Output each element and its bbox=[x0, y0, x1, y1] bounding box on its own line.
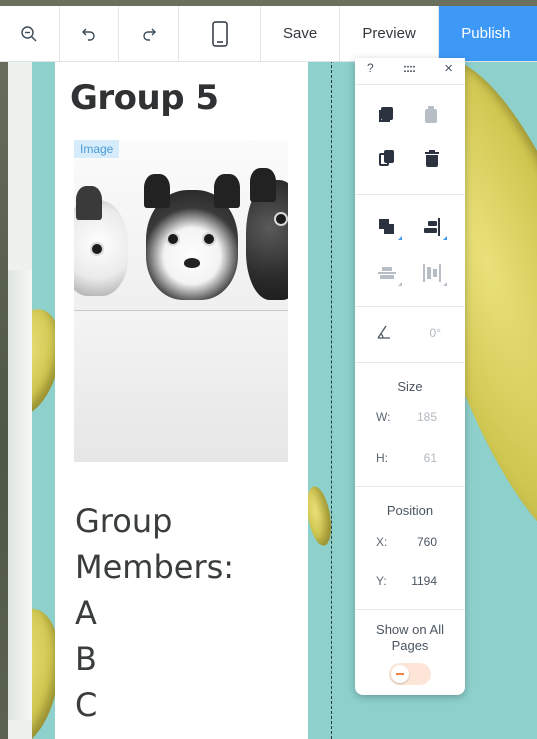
mobile-view-button[interactable] bbox=[179, 6, 262, 61]
rotate-value[interactable]: 0° bbox=[401, 326, 441, 340]
position-label: Position bbox=[386, 503, 434, 518]
match-size-button[interactable] bbox=[423, 264, 447, 286]
section-title[interactable]: Group 5 bbox=[70, 78, 219, 118]
publish-label: Publish bbox=[461, 25, 511, 42]
undo-icon bbox=[81, 28, 95, 41]
editor-toolbar: Save Preview Publish bbox=[0, 6, 537, 62]
toggle-off-icon bbox=[391, 665, 409, 683]
members-line: Members: bbox=[75, 548, 235, 586]
y-key: Y: bbox=[376, 574, 387, 588]
member-c: C bbox=[75, 686, 98, 724]
align-button[interactable] bbox=[423, 218, 447, 240]
delete-button[interactable] bbox=[423, 150, 441, 168]
preview-label: Preview bbox=[362, 25, 416, 42]
element-settings-panel: ? :::: × 0° Size W: 185 H: 61 Position X… bbox=[355, 58, 465, 695]
distribute-button[interactable] bbox=[378, 264, 402, 286]
layout-guide-line bbox=[331, 60, 332, 739]
redo-button[interactable] bbox=[119, 6, 179, 61]
content-section[interactable]: Group 5 Image Group Members: A B C bbox=[55, 60, 308, 739]
save-label: Save bbox=[283, 25, 318, 42]
image-label-tag: Image bbox=[74, 140, 120, 158]
zoom-out-button[interactable] bbox=[0, 6, 60, 61]
arrange-button[interactable] bbox=[378, 218, 402, 240]
width-value[interactable]: 185 bbox=[397, 410, 437, 424]
redo-icon bbox=[142, 28, 156, 41]
y-value[interactable]: 1194 bbox=[397, 574, 437, 588]
size-label: Size bbox=[397, 379, 423, 394]
duplicate-button[interactable] bbox=[378, 150, 396, 168]
undo-button[interactable] bbox=[60, 6, 120, 61]
preview-button[interactable]: Preview bbox=[340, 6, 440, 61]
x-key: X: bbox=[376, 535, 388, 549]
height-key: H: bbox=[376, 451, 388, 465]
puppy-center bbox=[144, 174, 240, 300]
show-on-all-pages-label-line2: Pages bbox=[391, 638, 429, 653]
puppy-right bbox=[246, 168, 288, 300]
rotate-button[interactable] bbox=[375, 323, 393, 341]
show-on-all-pages-toggle[interactable] bbox=[389, 663, 431, 685]
save-button[interactable]: Save bbox=[261, 6, 340, 61]
height-value[interactable]: 61 bbox=[397, 451, 437, 465]
member-a: A bbox=[75, 594, 97, 632]
help-icon[interactable]: ? bbox=[367, 61, 374, 75]
puppies-image[interactable] bbox=[74, 140, 288, 462]
show-on-all-pages-label-line1: Show on All bbox=[376, 622, 444, 637]
puppy-left bbox=[74, 186, 128, 296]
paste-button[interactable] bbox=[423, 106, 441, 124]
zoom-out-icon bbox=[21, 25, 37, 41]
panel-header: ? :::: × bbox=[355, 58, 465, 78]
copy-button[interactable] bbox=[378, 106, 396, 124]
member-b: B bbox=[75, 640, 97, 678]
close-icon[interactable]: × bbox=[444, 60, 453, 77]
publish-button[interactable]: Publish bbox=[439, 6, 537, 61]
group-members-text[interactable]: Group Members: A B C bbox=[75, 498, 234, 728]
left-page-edge bbox=[8, 60, 32, 739]
mobile-device-icon bbox=[211, 20, 228, 47]
members-line: Group bbox=[75, 502, 173, 540]
x-value[interactable]: 760 bbox=[397, 535, 437, 549]
image-ledge bbox=[74, 310, 288, 462]
rotate-angle-icon bbox=[377, 325, 390, 339]
drag-handle-icon[interactable]: :::: bbox=[403, 61, 416, 75]
width-key: W: bbox=[376, 410, 391, 424]
